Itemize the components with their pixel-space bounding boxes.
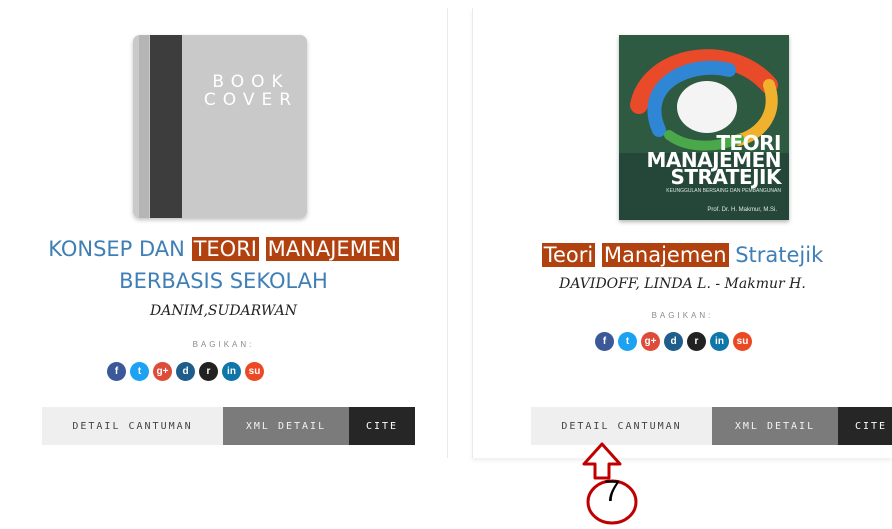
title-part: [259, 237, 266, 261]
title-highlight: Teori: [541, 243, 596, 267]
title-part: KONSEP DAN: [48, 237, 192, 261]
cover-placeholder-text: BOOK COVER: [203, 72, 299, 110]
cover-spine-dark: [150, 35, 182, 218]
book-author[interactable]: DAVIDOFF, LINDA L. - Makmur H.: [473, 276, 892, 292]
linkedin-icon[interactable]: in: [222, 362, 241, 381]
cite-button[interactable]: CITE: [349, 407, 415, 445]
cover-spine-light: [139, 35, 149, 218]
social-share-bar: f t g+ d r in su: [107, 362, 264, 381]
stumbleupon-icon[interactable]: su: [733, 332, 752, 351]
twitter-icon[interactable]: t: [130, 362, 149, 381]
book-card: BOOK COVER KONSEP DAN TEORI MANAJEMEN BE…: [0, 8, 448, 458]
cover-author: Prof. Dr. H. Makmur, M.Si.: [707, 207, 777, 213]
digg-icon[interactable]: d: [664, 332, 683, 351]
cover-subtitle: KEUNGGULAN BERSAING DAN PEMBANGUNAN: [666, 188, 781, 194]
title-highlight: TEORI: [191, 237, 259, 261]
cite-button[interactable]: CITE: [838, 407, 892, 445]
book-cover-image[interactable]: BOOK COVER: [133, 35, 307, 218]
title-part: [595, 243, 602, 267]
google-plus-icon[interactable]: g+: [641, 332, 660, 351]
share-label: BAGIKAN:: [651, 311, 714, 320]
cover-title: TEORI MANAJEMEN STRATEJIK: [646, 131, 781, 189]
facebook-icon[interactable]: f: [107, 362, 126, 381]
book-title-line2[interactable]: BERBASIS SEKOLAH: [0, 266, 447, 296]
linkedin-icon[interactable]: in: [710, 332, 729, 351]
xml-detail-button[interactable]: XML DETAIL: [223, 407, 349, 445]
social-share-bar: f t g+ d r in su: [595, 332, 752, 351]
book-action-buttons: DETAIL CANTUMAN XML DETAIL CITE: [42, 407, 415, 445]
reddit-icon[interactable]: r: [199, 362, 218, 381]
title-highlight: MANAJEMEN: [265, 237, 399, 261]
annotation-number: 7: [603, 475, 621, 508]
book-author[interactable]: DANIM,SUDARWAN: [0, 303, 447, 319]
book-title[interactable]: KONSEP DAN TEORI MANAJEMEN: [0, 234, 447, 264]
reddit-icon[interactable]: r: [687, 332, 706, 351]
detail-cantuman-button[interactable]: DETAIL CANTUMAN: [42, 407, 223, 445]
share-label: BAGIKAN:: [192, 340, 255, 349]
facebook-icon[interactable]: f: [595, 332, 614, 351]
title-part: Stratejik: [728, 243, 824, 267]
google-plus-icon[interactable]: g+: [153, 362, 172, 381]
book-title[interactable]: Teori Manajemen Stratejik: [473, 240, 892, 270]
twitter-icon[interactable]: t: [618, 332, 637, 351]
title-highlight: Manajemen: [601, 243, 729, 267]
book-card: TEORI MANAJEMEN STRATEJIK KEUNGGULAN BER…: [472, 8, 892, 458]
xml-detail-button[interactable]: XML DETAIL: [712, 407, 838, 445]
book-cover-image[interactable]: TEORI MANAJEMEN STRATEJIK KEUNGGULAN BER…: [619, 35, 789, 220]
digg-icon[interactable]: d: [176, 362, 195, 381]
stumbleupon-icon[interactable]: su: [245, 362, 264, 381]
